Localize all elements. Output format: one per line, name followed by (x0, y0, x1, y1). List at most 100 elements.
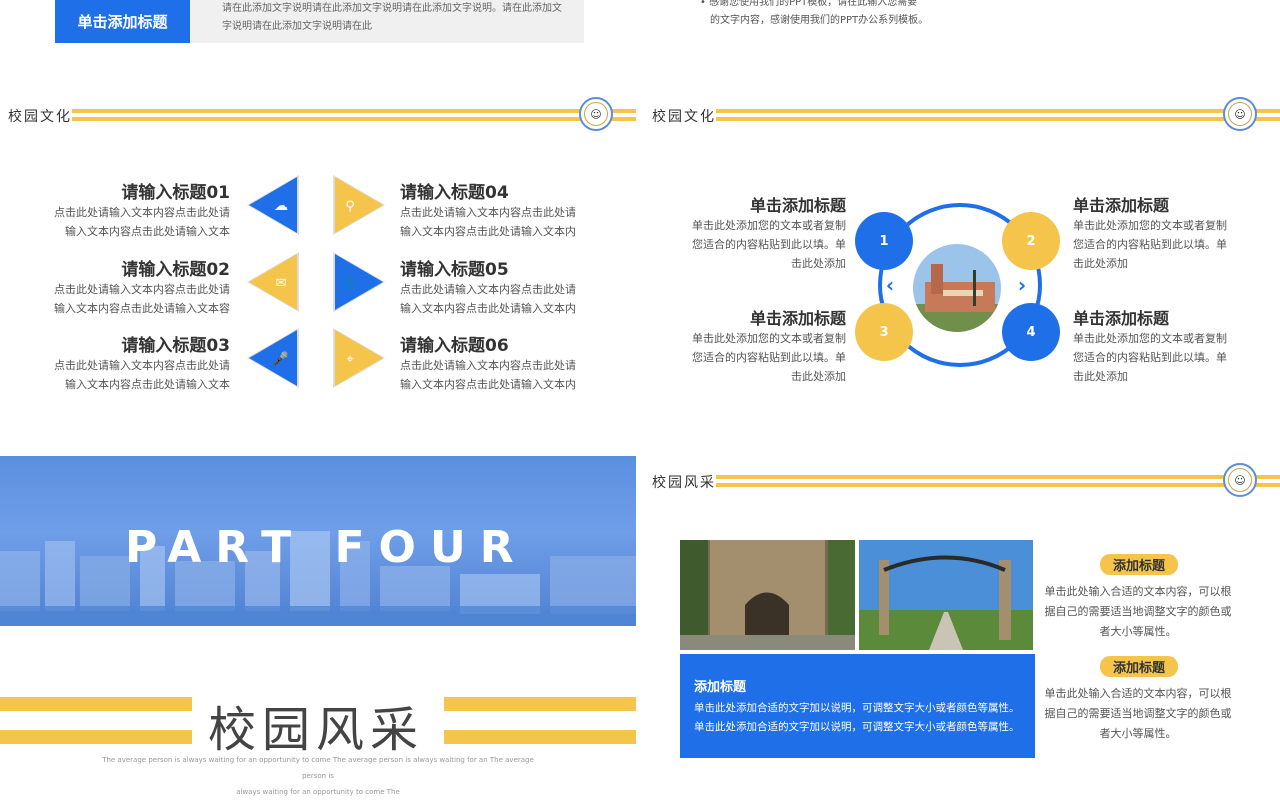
header-stripe (716, 117, 1280, 121)
item-title: 请输入标题01 (121, 183, 230, 203)
block-desc: 单击此处添加您的文本或者复制 (1073, 332, 1227, 345)
section-title: 校园风采 (652, 475, 716, 491)
item-desc: 输入文本内容点击此处请输入文本内 (400, 225, 576, 238)
text-block: 单击添加标题 单击此处添加您的文本或者复制 您适合的内容粘贴到此以填。单 击此处… (680, 305, 846, 386)
triangle-yellow: ⌖ (333, 328, 385, 388)
block-title: 单击添加标题 (749, 309, 846, 328)
top-title-tag[interactable]: 单击添加标题 (55, 0, 190, 43)
block-desc: 击此处添加 (791, 257, 846, 270)
chevron-right-icon: › (1018, 273, 1026, 297)
item-title: 请输入标题06 (400, 336, 509, 356)
list-item: 请输入标题01 点击此处请输入文本内容点击此处请 输入文本内容点击此处请输入文本 (40, 178, 230, 241)
block-desc: 击此处添加 (1073, 257, 1128, 270)
badge-logo-icon: ☺ (584, 102, 608, 126)
text-block: 单击添加标题 单击此处添加您的文本或者复制 您适合的内容粘贴到此以填。单 击此处… (1073, 305, 1243, 386)
chat-icon: ✉ (276, 276, 287, 291)
block-desc: 单击此处添加您的文本或者复制 (692, 219, 846, 232)
item-desc: 输入文本内容点击此处请输入文本内 (400, 378, 576, 391)
item-desc: 点击此处请输入文本内容点击此处请 (54, 283, 230, 296)
campus-gate-image (859, 540, 1033, 650)
badge-logo-icon: ☺ (1228, 102, 1252, 126)
item-desc: 输入文本内容点击此处请输入文本容 (54, 302, 230, 315)
info-box-title: 添加标题 (694, 680, 747, 695)
desc-line: 据自己的需要适当地调整文字的颜色或 (1044, 605, 1232, 618)
badge-logo-icon: ☺ (1228, 468, 1252, 492)
triangle-blue: 🎤 (247, 328, 299, 388)
step-circle-4: 4 (1002, 303, 1060, 361)
label-pill: 添加标题 (1100, 656, 1178, 677)
english-caption: The average person is always waiting for… (100, 752, 536, 800)
block-desc: 您适合的内容粘贴到此以填。单 (692, 238, 846, 251)
campus-photo (680, 540, 855, 650)
triangle-yellow: ⚲ (333, 175, 385, 235)
list-item: 请输入标题06 点击此处请输入文本内容点击此处请 输入文本内容点击此处请输入文本… (400, 331, 600, 394)
list-item: 请输入标题04 点击此处请输入文本内容点击此处请 输入文本内容点击此处请输入文本… (400, 178, 600, 241)
desc-line: 单击此处输入合适的文本内容，可以根 (1044, 687, 1232, 700)
title-bar-right (444, 697, 636, 711)
top-right-notes: • 感谢您使用我们的PPT模板，请在此输入您需要 的文字内容，感谢使用我们的PP… (700, 0, 1260, 30)
text-block: 单击添加标题 单击此处添加您的文本或者复制 您适合的内容粘贴到此以填。单 击此处… (1073, 192, 1243, 273)
item-title: 请输入标题05 (400, 260, 509, 280)
desc-block: 单击此处输入合适的文本内容，可以根 据自己的需要适当地调整文字的颜色或 者大小等… (1042, 582, 1234, 642)
title-bar-left (0, 730, 192, 744)
title-bar-right (444, 730, 636, 744)
school-badge: ☺ (1223, 463, 1257, 497)
mic-icon: 🎤 (273, 350, 289, 367)
header-stripe (72, 109, 636, 113)
desc-line: 者大小等属性。 (1099, 727, 1177, 740)
info-box-line: 单击此处添加合适的文字加以说明，可调整文字大小或者颜色等属性。 (694, 721, 1020, 733)
caption-line: The average person is always waiting for… (102, 756, 534, 780)
campus-photo (911, 242, 1003, 334)
info-box: 添加标题 单击此处添加合适的文字加以说明，可调整文字大小或者颜色等属性。 单击此… (680, 654, 1035, 758)
search-icon: ⚲ (345, 199, 355, 214)
title-bar-left (0, 697, 192, 711)
triangle-blue: ☁ (247, 175, 299, 235)
section-big-title: 校园风采 (208, 702, 425, 758)
step-circle-1: 1 (855, 212, 913, 270)
item-desc: 点击此处请输入文本内容点击此处请 (400, 206, 576, 219)
header-stripe (716, 475, 1280, 479)
info-box-line: 单击此处添加合适的文字加以说明，可调整文字大小或者颜色等属性。 (694, 702, 1020, 714)
campus-archway-image (680, 540, 855, 650)
block-desc: 您适合的内容粘贴到此以填。单 (1073, 351, 1227, 364)
list-item: 请输入标题02 点击此处请输入文本内容点击此处请 输入文本内容点击此处请输入文本… (40, 255, 230, 318)
desc-line: 单击此处输入合适的文本内容，可以根 (1044, 585, 1232, 598)
item-desc: 点击此处请输入文本内容点击此处请 (400, 359, 576, 372)
user-icon: 👤 (342, 275, 358, 291)
item-title: 请输入标题03 (121, 336, 230, 356)
header-stripe (72, 117, 636, 121)
top-description-text: 请在此添加文字说明请在此添加文字说明请在此添加文字说明。请在此添加文字说明请在此… (222, 3, 562, 32)
header-stripe (716, 483, 1280, 487)
header-stripe (716, 109, 1280, 113)
section-title: 校园文化 (8, 109, 72, 125)
desc-block: 单击此处输入合适的文本内容，可以根 据自己的需要适当地调整文字的颜色或 者大小等… (1042, 684, 1234, 744)
section-title: 校园文化 (652, 109, 716, 125)
desc-line: 据自己的需要适当地调整文字的颜色或 (1044, 707, 1232, 720)
chevron-left-icon: ‹ (886, 273, 894, 297)
top-description-box: 请在此添加文字说明请在此添加文字说明请在此添加文字说明。请在此添加文字说明请在此… (190, 0, 584, 43)
block-desc: 单击此处添加您的文本或者复制 (692, 332, 846, 345)
block-desc: 您适合的内容粘贴到此以填。单 (1073, 238, 1227, 251)
triangle-blue: 👤 (333, 252, 385, 312)
block-title: 单击添加标题 (749, 196, 846, 215)
item-desc: 输入文本内容点击此处请输入文本 (65, 378, 230, 391)
list-item: 请输入标题05 点击此处请输入文本内容点击此处请 输入文本内容点击此处请输入文本… (400, 255, 600, 318)
item-desc: 点击此处请输入文本内容点击此处请 (54, 206, 230, 219)
item-desc: 点击此处请输入文本内容点击此处请 (400, 283, 576, 296)
location-icon: ⌖ (346, 352, 354, 367)
step-circle-3: 3 (855, 303, 913, 361)
campus-photo (859, 540, 1033, 650)
label-pill: 添加标题 (1100, 554, 1178, 575)
campus-building-image (913, 244, 1001, 332)
school-badge: ☺ (1223, 97, 1257, 131)
block-desc: 单击此处添加您的文本或者复制 (1073, 219, 1227, 232)
block-desc: 您适合的内容粘贴到此以填。单 (692, 351, 846, 364)
block-title: 单击添加标题 (1073, 196, 1170, 215)
block-title: 单击添加标题 (1073, 309, 1170, 328)
text-block: 单击添加标题 单击此处添加您的文本或者复制 您适合的内容粘贴到此以填。单 击此处… (680, 192, 846, 273)
item-desc: 输入文本内容点击此处请输入文本内 (400, 302, 576, 315)
block-desc: 击此处添加 (791, 370, 846, 383)
item-desc: 点击此处请输入文本内容点击此处请 (54, 359, 230, 372)
item-title: 请输入标题02 (121, 260, 230, 280)
desc-line: 者大小等属性。 (1099, 625, 1177, 638)
